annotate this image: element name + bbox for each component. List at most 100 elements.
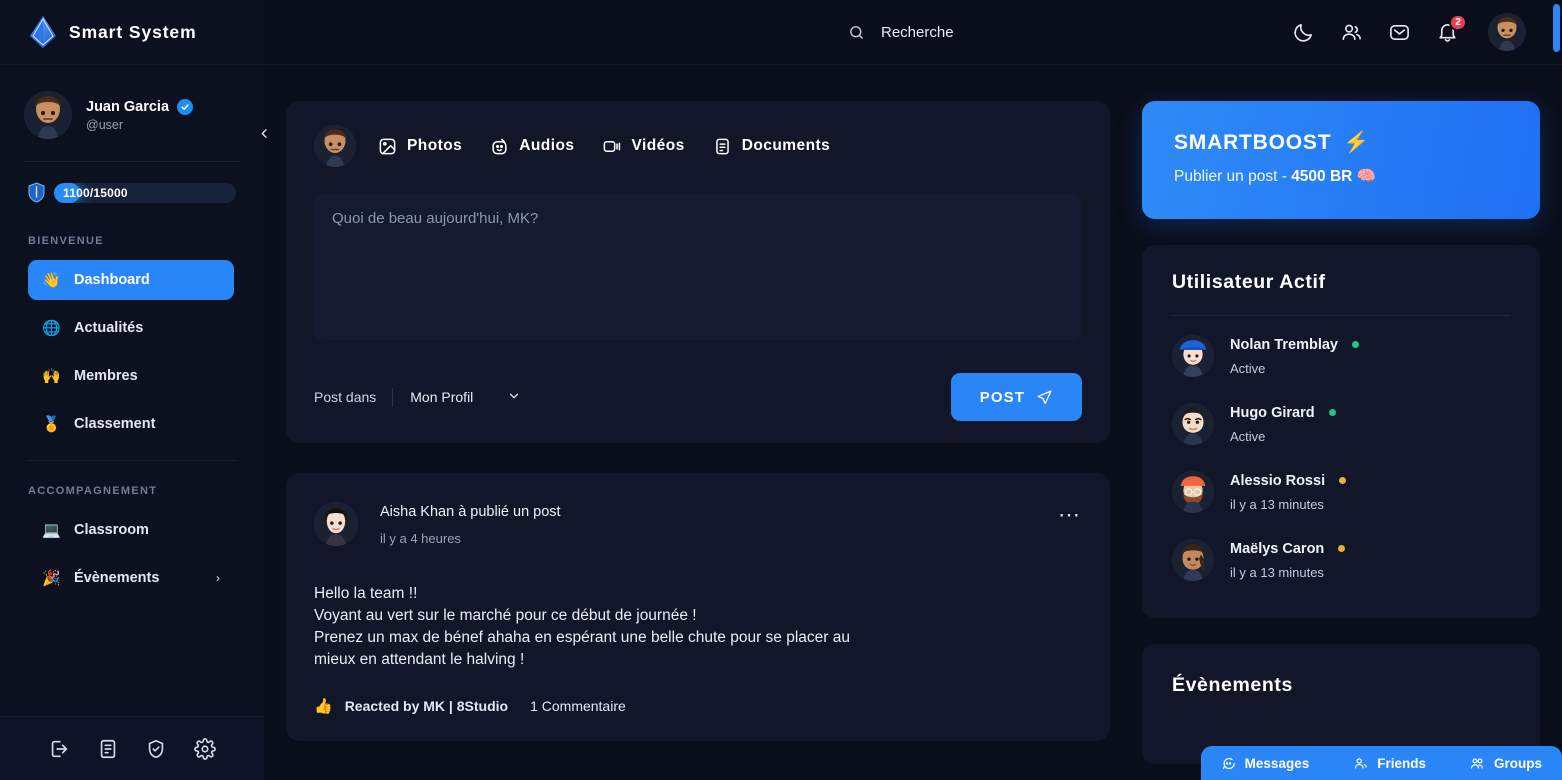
bottom-dock: Messages Friends Groups	[1200, 746, 1562, 780]
sidebar-item-dashboard[interactable]: 👋 Dashboard	[28, 260, 234, 300]
sidebar-nav: BIENVENUE 👋 Dashboard 🌐 Actualités 🙌 Mem…	[0, 203, 264, 716]
post-title: Aisha Khan à publié un post	[380, 504, 561, 520]
composer-tab-videos[interactable]: Vidéos	[602, 137, 684, 156]
bell-icon[interactable]: 2	[1436, 13, 1467, 44]
post-body-line: Prenez un max de bénef ahaha en espérant…	[314, 629, 850, 646]
raised-hands-icon: 🙌	[42, 367, 61, 385]
shield-icon	[28, 182, 45, 203]
dock-item-label: Friends	[1377, 755, 1426, 771]
avatar	[1172, 335, 1214, 377]
profile-handle: @user	[86, 117, 124, 132]
post-reactions: 👍 Reacted by MK | 8Studio 1 Commentaire	[314, 697, 1082, 715]
xp-progress-bar: 1100/15000	[54, 182, 236, 203]
friends-icon[interactable]	[1340, 21, 1363, 44]
medal-icon: 🏅	[42, 415, 61, 433]
composer-footer: Post dans Mon Profil POST	[314, 373, 1082, 421]
sidebar-item-classroom[interactable]: 💻 Classroom	[28, 510, 234, 550]
shield-check-icon[interactable]	[145, 738, 167, 760]
feed-post: Aisha Khan à publié un post il y a 4 heu…	[286, 473, 1110, 741]
xp-row: 1100/15000	[0, 162, 264, 203]
status-dot	[1351, 341, 1359, 348]
sidebar-item-label: Actualités	[74, 320, 144, 336]
mail-icon[interactable]	[1388, 21, 1411, 44]
profile-text: Juan Garcia @user	[86, 98, 240, 132]
user-status: il y a 13 minutes	[1230, 496, 1324, 512]
app-root: Smart System Juan Garcia @user 1100/1500…	[0, 0, 1562, 780]
post-button[interactable]: POST	[950, 373, 1082, 421]
top-bar-icons: 2	[1292, 13, 1526, 51]
status-dot	[1338, 545, 1346, 552]
user-name: Hugo Girard	[1230, 404, 1315, 421]
notification-badge: 2	[1449, 13, 1467, 31]
sidebar-item-actualites[interactable]: 🌐 Actualités	[28, 308, 234, 348]
smartboost-banner[interactable]: SMARTBOOST ⚡ Publier un post - 4500 BR 🧠	[1142, 101, 1540, 219]
composer-tab-documents[interactable]: Documents	[713, 137, 830, 156]
active-users-title: Utilisateur Actif	[1172, 271, 1326, 293]
xp-label: 1100/15000	[63, 185, 128, 200]
scrollbar-thumb[interactable]	[1553, 4, 1560, 52]
comment-count[interactable]: 1 Commentaire	[530, 698, 626, 714]
list-item[interactable]: Maëlys Caron il y a 13 minutes	[1172, 526, 1510, 594]
sidebar-item-membres[interactable]: 🙌 Membres	[28, 356, 234, 396]
sidebar-collapse-button[interactable]	[255, 120, 273, 146]
status-dot	[1328, 409, 1336, 416]
page-scrollbar[interactable]	[1553, 0, 1560, 780]
thumbs-up-icon[interactable]: 👍	[314, 697, 333, 715]
dock-item-messages[interactable]: Messages	[1221, 756, 1309, 771]
user-name: Maëlys Caron	[1230, 540, 1325, 557]
top-bar: 2	[264, 0, 1562, 65]
sidebar-item-evenements[interactable]: 🎉 Évènements ›	[28, 558, 234, 598]
smartboost-title-row: SMARTBOOST ⚡	[1174, 131, 1508, 155]
more-horizontal-icon[interactable]: ⋯	[1058, 502, 1082, 526]
sidebar-item-label: Classement	[74, 416, 156, 432]
post-time: il y a 4 heures	[380, 531, 461, 546]
nav-section-heading-accompagnement: ACCOMPAGNEMENT	[28, 485, 158, 497]
brand-name: Smart System	[69, 21, 197, 42]
search-input[interactable]	[881, 23, 1268, 41]
list-item-text: Hugo Girard Active	[1230, 405, 1510, 444]
audio-icon	[490, 137, 509, 156]
verified-check-icon	[177, 98, 194, 115]
post-in-select[interactable]: Mon Profil	[393, 389, 521, 406]
reacted-by-label[interactable]: Reacted by MK | 8Studio	[345, 698, 508, 714]
list-item-text: Nolan Tremblay Active	[1230, 337, 1510, 376]
status-dot	[1339, 477, 1347, 484]
avatar	[24, 91, 72, 139]
sidebar-profile[interactable]: Juan Garcia @user	[0, 65, 264, 139]
smartboost-title: SMARTBOOST	[1174, 131, 1332, 154]
avatar[interactable]	[1488, 13, 1526, 51]
dock-item-label: Groups	[1493, 755, 1542, 771]
composer-tab-audios[interactable]: Audios	[490, 137, 574, 156]
composer-header: Photos Audios Vidéos Documents	[314, 125, 1082, 167]
list-item[interactable]: Nolan Tremblay Active	[1172, 322, 1510, 390]
post-body-line: Hello la team !!	[314, 585, 418, 602]
composer-tabs: Photos Audios Vidéos Documents	[378, 137, 830, 156]
search-container[interactable]	[848, 23, 1268, 41]
composer-tab-photos[interactable]: Photos	[378, 137, 462, 156]
main-region: 2	[264, 0, 1562, 780]
profile-name: Juan Garcia	[86, 98, 170, 115]
moon-icon[interactable]	[1292, 21, 1315, 44]
party-popper-icon: 🎉	[42, 569, 61, 587]
active-users-card: Utilisateur Actif Nolan Tremblay Active …	[1142, 245, 1540, 618]
smartboost-price: 4500 BR	[1291, 168, 1353, 185]
groups-icon	[1470, 756, 1485, 771]
divider	[1172, 315, 1510, 316]
avatar[interactable]	[314, 502, 358, 546]
list-item[interactable]: Hugo Girard Active	[1172, 390, 1510, 458]
user-status: Active	[1230, 360, 1266, 376]
logout-icon[interactable]	[48, 738, 70, 760]
document-icon[interactable]	[97, 738, 119, 760]
post-textarea[interactable]	[314, 193, 1082, 340]
post-button-label: POST	[979, 388, 1025, 406]
post-body: Hello la team !! Voyant au vert sur le m…	[314, 583, 1082, 671]
diamond-crystal-icon	[28, 15, 58, 49]
dock-item-groups[interactable]: Groups	[1470, 756, 1542, 771]
brand[interactable]: Smart System	[0, 0, 264, 65]
lightning-icon: ⚡	[1343, 131, 1371, 154]
list-item[interactable]: Alessio Rossi il y a 13 minutes	[1172, 458, 1510, 526]
gear-icon[interactable]	[193, 737, 216, 760]
search-icon	[848, 24, 865, 41]
sidebar-item-classement[interactable]: 🏅 Classement	[28, 404, 234, 444]
dock-item-friends[interactable]: Friends	[1353, 756, 1426, 771]
